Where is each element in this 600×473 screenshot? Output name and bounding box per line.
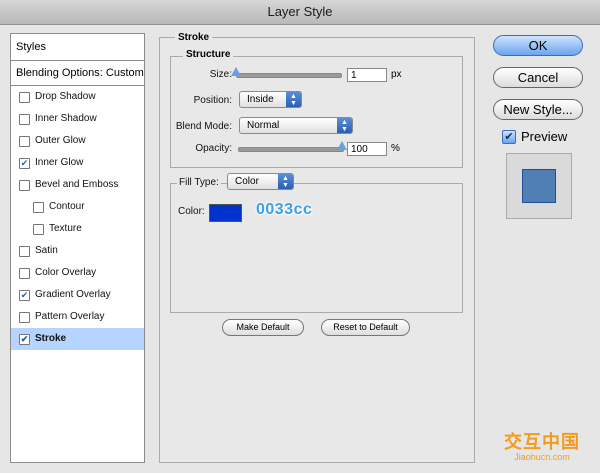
style-checkbox[interactable]: ✔ bbox=[19, 333, 30, 345]
style-item-label: Outer Glow bbox=[35, 135, 86, 146]
window-title-bar: Layer Style bbox=[0, 0, 600, 25]
style-item-satin[interactable]: Satin bbox=[11, 240, 144, 262]
opacity-slider-track[interactable] bbox=[238, 147, 344, 152]
fill-type-value: Color bbox=[235, 176, 259, 187]
make-default-button[interactable]: Make Default bbox=[222, 319, 304, 336]
opacity-slider-thumb[interactable] bbox=[337, 141, 347, 150]
position-value: Inside bbox=[247, 94, 274, 105]
style-item-label: Drop Shadow bbox=[35, 91, 96, 102]
opacity-input[interactable]: 100 bbox=[347, 142, 387, 156]
style-checkbox[interactable] bbox=[33, 201, 44, 213]
preview-thumbnail bbox=[506, 153, 572, 219]
watermark-logo: 交互中国 Jiaohucn.com bbox=[497, 428, 587, 462]
styles-header[interactable]: Styles bbox=[11, 34, 144, 61]
style-item-label: Inner Shadow bbox=[35, 113, 97, 124]
watermark-main-text: 交互中国 bbox=[504, 432, 580, 452]
style-item-label: Pattern Overlay bbox=[35, 311, 105, 322]
opacity-label: Opacity: bbox=[195, 143, 232, 154]
style-checkbox[interactable] bbox=[19, 267, 30, 279]
style-item-label: Contour bbox=[49, 201, 85, 212]
style-item-label: Stroke bbox=[35, 333, 67, 344]
style-checkbox[interactable] bbox=[19, 135, 30, 147]
blending-options-item[interactable]: Blending Options: Custom bbox=[11, 61, 144, 86]
blend-mode-select[interactable]: Normal ▲ ▼ bbox=[239, 117, 353, 134]
style-item-drop-shadow[interactable]: Drop Shadow bbox=[11, 86, 144, 108]
dropdown-arrows-icon: ▲ ▼ bbox=[286, 92, 301, 107]
style-item-texture[interactable]: Texture bbox=[11, 218, 144, 240]
opacity-unit: % bbox=[391, 143, 400, 154]
preview-toggle[interactable]: ✔ Preview bbox=[502, 129, 567, 144]
style-checkbox[interactable] bbox=[19, 245, 30, 257]
blend-mode-label: Blend Mode: bbox=[175, 121, 232, 132]
style-item-stroke[interactable]: ✔ Stroke bbox=[11, 328, 144, 350]
cancel-button[interactable]: Cancel bbox=[493, 67, 583, 88]
style-checkbox[interactable] bbox=[19, 179, 30, 191]
structure-group-title: Structure bbox=[183, 49, 234, 60]
style-checkbox[interactable] bbox=[19, 113, 30, 125]
window-title: Layer Style bbox=[267, 4, 333, 19]
size-slider-track[interactable] bbox=[236, 73, 342, 78]
preview-swatch bbox=[522, 169, 556, 203]
style-item-pattern-overlay[interactable]: Pattern Overlay bbox=[11, 306, 144, 328]
fill-type-select[interactable]: Color ▲ ▼ bbox=[227, 173, 294, 190]
style-checkbox[interactable] bbox=[19, 91, 30, 103]
color-label: Color: bbox=[178, 206, 205, 217]
dropdown-arrows-icon: ▲ ▼ bbox=[278, 174, 293, 189]
position-select[interactable]: Inside ▲ ▼ bbox=[239, 91, 302, 108]
style-item-label: Bevel and Emboss bbox=[35, 179, 119, 190]
new-style-button[interactable]: New Style... bbox=[493, 99, 583, 120]
style-item-inner-glow[interactable]: ✔ Inner Glow bbox=[11, 152, 144, 174]
style-item-bevel-and-emboss[interactable]: Bevel and Emboss bbox=[11, 174, 144, 196]
style-checkbox[interactable] bbox=[33, 223, 44, 235]
ok-button[interactable]: OK bbox=[493, 35, 583, 56]
style-list: Drop Shadow Inner Shadow Outer Glow ✔ Inner … bbox=[11, 86, 144, 350]
styles-panel: Styles Blending Options: Custom Drop Sha… bbox=[10, 33, 145, 463]
style-item-contour[interactable]: Contour bbox=[11, 196, 144, 218]
style-item-outer-glow[interactable]: Outer Glow bbox=[11, 130, 144, 152]
style-item-color-overlay[interactable]: Color Overlay bbox=[11, 262, 144, 284]
dropdown-arrows-icon: ▲ ▼ bbox=[337, 118, 352, 133]
style-item-label: Gradient Overlay bbox=[35, 289, 111, 300]
stroke-group-title: Stroke bbox=[175, 32, 213, 43]
style-item-label: Texture bbox=[49, 223, 82, 234]
fill-group bbox=[170, 183, 463, 313]
color-hex-annotation: 0033cc bbox=[256, 201, 313, 218]
preview-label: Preview bbox=[521, 129, 568, 144]
reset-to-default-button[interactable]: Reset to Default bbox=[321, 319, 410, 336]
fill-type-label: Fill Type: bbox=[177, 177, 221, 188]
preview-checkbox[interactable]: ✔ bbox=[502, 129, 516, 144]
style-item-label: Color Overlay bbox=[35, 267, 97, 278]
style-checkbox[interactable]: ✔ bbox=[19, 289, 30, 301]
style-item-inner-shadow[interactable]: Inner Shadow bbox=[11, 108, 144, 130]
size-input[interactable]: 1 bbox=[347, 68, 387, 82]
style-item-gradient-overlay[interactable]: ✔ Gradient Overlay bbox=[11, 284, 144, 306]
blend-mode-value: Normal bbox=[247, 120, 280, 131]
size-label: Size: bbox=[209, 69, 232, 80]
position-label: Position: bbox=[193, 95, 232, 106]
style-checkbox[interactable]: ✔ bbox=[19, 157, 30, 169]
color-swatch[interactable] bbox=[209, 204, 242, 222]
size-unit: px bbox=[391, 69, 402, 80]
style-item-label: Satin bbox=[35, 245, 58, 256]
style-item-label: Inner Glow bbox=[35, 157, 84, 168]
size-slider-thumb[interactable] bbox=[231, 67, 241, 76]
style-checkbox[interactable] bbox=[19, 311, 30, 323]
